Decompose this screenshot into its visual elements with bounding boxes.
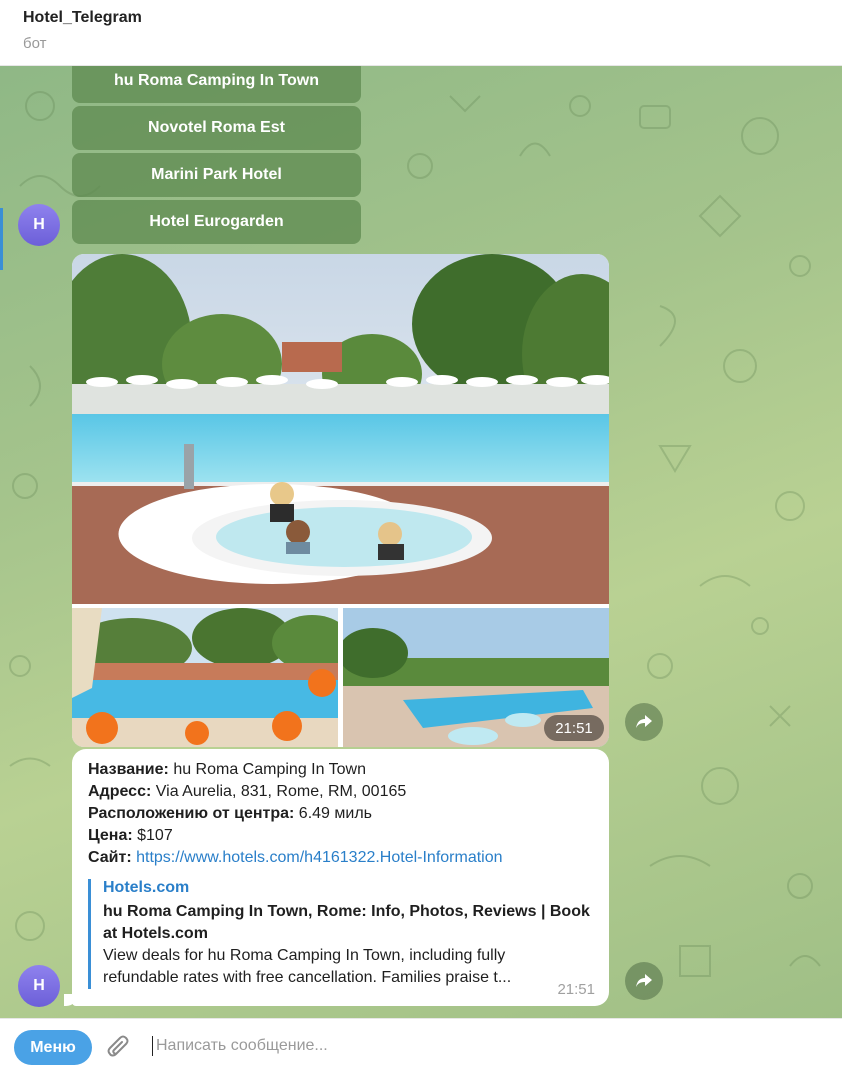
photo-pool-flowers[interactable] [72,608,338,747]
address-label: Адресс: [88,783,152,800]
chat-subtitle: бот [23,35,47,52]
left-accent-bar [0,208,3,270]
bot-avatar-2[interactable]: H [18,965,60,1007]
photo-album[interactable]: 21:51 [72,254,609,747]
message-time: 21:51 [557,981,595,998]
preview-description: View deals for hu Roma Camping In Town, … [103,947,512,986]
share-arrow-icon [636,715,652,728]
paperclip-icon[interactable] [106,1034,132,1062]
address-line: Адресс: Via Aurelia, 831, Rome, RM, 0016… [88,783,406,801]
keyboard-button-hotel-eurogarden[interactable]: Hotel Eurogarden [72,200,361,244]
link-preview[interactable]: Hotels.com hu Roma Camping In Town, Rome… [88,879,594,989]
site-link[interactable]: https://www.hotels.com/h4161322.Hotel-In… [136,849,502,866]
bot-avatar[interactable]: H [18,204,60,246]
forward-button-message[interactable] [625,962,663,1000]
chat-title: Hotel_Telegram [23,9,142,26]
preview-site-name: Hotels.com [103,879,190,896]
price-value: $107 [137,827,173,844]
distance-value: 6.49 миль [298,805,372,822]
album-time: 21:51 [544,715,604,741]
message-input[interactable] [156,1031,816,1061]
hotel-info-message[interactable]: Название: hu Roma Camping In Town Адресс… [72,749,609,1006]
distance-label: Расположению от центра: [88,805,295,822]
preview-title: hu Roma Camping In Town, Rome: Info, Pho… [103,903,590,942]
message-composer: Меню [0,1018,842,1072]
forward-button-album[interactable] [625,703,663,741]
menu-button[interactable]: Меню [14,1030,92,1065]
keyboard-button-novotel-roma-est[interactable]: Novotel Roma Est [72,106,361,150]
chat-area[interactable]: hu Roma Camping In Town Novotel Roma Est… [0,66,842,1018]
text-cursor [152,1036,153,1056]
distance-line: Расположению от центра: 6.49 миль [88,805,372,823]
keyboard-button-hu-roma-camping[interactable]: hu Roma Camping In Town [72,66,361,103]
name-label: Название: [88,761,169,778]
name-value: hu Roma Camping In Town [173,761,367,778]
site-line: Сайт: https://www.hotels.com/h4161322.Ho… [88,849,503,867]
price-label: Цена: [88,827,133,844]
keyboard-button-marini-park-hotel[interactable]: Marini Park Hotel [72,153,361,197]
photo-pool-jacuzzi[interactable] [72,254,609,604]
hotel-name-line: Название: hu Roma Camping In Town [88,761,366,779]
share-arrow-icon [636,974,652,987]
site-label: Сайт: [88,849,132,866]
address-value: Via Aurelia, 831, Rome, RM, 00165 [155,783,407,800]
price-line: Цена: $107 [88,827,173,845]
chat-header[interactable]: Hotel_Telegram бот [0,0,842,66]
